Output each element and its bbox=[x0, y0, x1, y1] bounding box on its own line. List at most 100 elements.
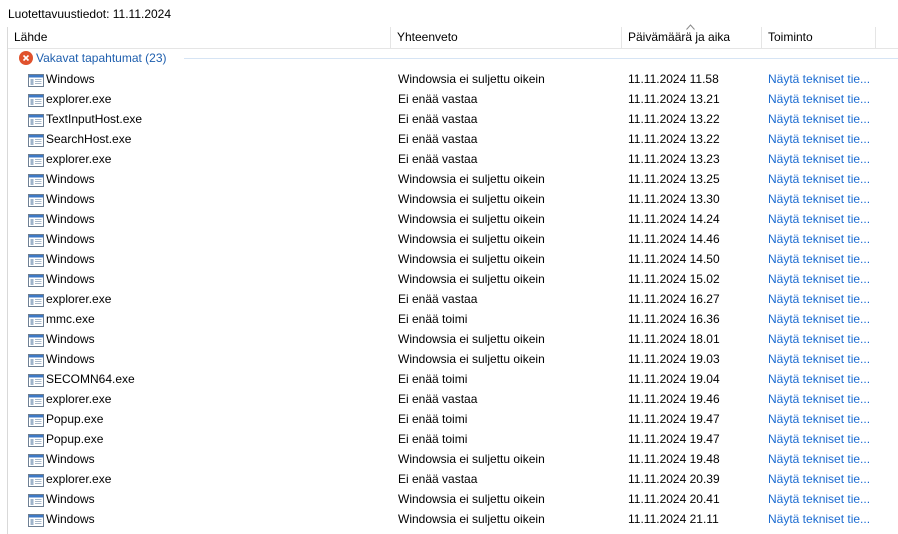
table-row[interactable]: mmc.exe Ei enää toimi 11.11.2024 16.36 Näyt… bbox=[8, 309, 898, 329]
column-header: Lähde Yhteenveto Päivämäärä ja aika Toim… bbox=[8, 24, 898, 49]
row-date: 11.11.2024 13.30 bbox=[628, 192, 720, 206]
view-technical-details-link[interactable]: Näytä tekniset tie... bbox=[768, 289, 870, 309]
table-row[interactable]: Windows Windowsia ei suljettu oikein 11.11… bbox=[8, 269, 898, 289]
row-source: explorer.exe bbox=[46, 392, 112, 406]
row-source: explorer.exe bbox=[46, 292, 112, 306]
table-row[interactable]: SearchHost.exe Ei enää vastaa 11.11.2024 1… bbox=[8, 129, 898, 149]
row-summary: Ei enää vastaa bbox=[398, 392, 478, 406]
table-row[interactable]: explorer.exe Ei enää vastaa 11.11.2024 20.… bbox=[8, 469, 898, 489]
row-source: Windows bbox=[46, 172, 95, 186]
group-severe-events[interactable]: Vakavat tapahtumat (23) bbox=[8, 48, 898, 68]
column-header-action[interactable]: Toiminto bbox=[762, 27, 876, 48]
table-row[interactable]: Windows Windowsia ei suljettu oikein 11.11… bbox=[8, 249, 898, 269]
view-technical-details-link[interactable]: Näytä tekniset tie... bbox=[768, 269, 870, 289]
row-summary: Windowsia ei suljettu oikein bbox=[398, 512, 545, 526]
view-technical-details-link[interactable]: Näytä tekniset tie... bbox=[768, 489, 870, 509]
view-technical-details-link[interactable]: Näytä tekniset tie... bbox=[768, 169, 870, 189]
view-technical-details-link[interactable]: Näytä tekniset tie... bbox=[768, 89, 870, 109]
row-source: Windows bbox=[46, 192, 95, 206]
table-row[interactable]: Windows Windowsia ei suljettu oikein 11.11… bbox=[8, 209, 898, 229]
view-technical-details-link[interactable]: Näytä tekniset tie... bbox=[768, 369, 870, 389]
table-row[interactable]: Windows Windowsia ei suljettu oikein 11.11… bbox=[8, 169, 898, 189]
application-window-icon bbox=[28, 513, 44, 527]
row-summary: Windowsia ei suljettu oikein bbox=[398, 452, 545, 466]
view-technical-details-link[interactable]: Näytä tekniset tie... bbox=[768, 129, 870, 149]
row-date: 11.11.2024 16.36 bbox=[628, 312, 720, 326]
table-row[interactable]: Windows Windowsia ei suljettu oikein 11.11… bbox=[8, 229, 898, 249]
view-technical-details-link[interactable]: Näytä tekniset tie... bbox=[768, 429, 870, 449]
view-technical-details-link[interactable]: Näytä tekniset tie... bbox=[768, 389, 870, 409]
view-technical-details-link[interactable]: Näytä tekniset tie... bbox=[768, 409, 870, 429]
application-window-icon bbox=[28, 353, 44, 367]
column-header-date[interactable]: Päivämäärä ja aika bbox=[622, 27, 762, 48]
table-row[interactable]: Windows Windowsia ei suljettu oikein 11.11… bbox=[8, 449, 898, 469]
row-source: TextInputHost.exe bbox=[46, 112, 143, 126]
table-row[interactable]: Windows Windowsia ei suljettu oikein 11.11… bbox=[8, 509, 898, 529]
view-technical-details-link[interactable]: Näytä tekniset tie... bbox=[768, 109, 870, 129]
table-row[interactable]: TextInputHost.exe Ei enää vastaa 11.11.202… bbox=[8, 109, 898, 129]
table-row[interactable]: SECOMN64.exe Ei enää toimi 11.11.2024 19.0… bbox=[8, 369, 898, 389]
table-row[interactable]: Popup.exe Ei enää toimi 11.11.2024 19.47 Nä… bbox=[8, 409, 898, 429]
view-technical-details-link[interactable]: Näytä tekniset tie... bbox=[768, 69, 870, 89]
view-technical-details-link[interactable]: Näytä tekniset tie... bbox=[768, 309, 870, 329]
table-row[interactable]: Popup.exe Ei enää toimi 11.11.2024 19.47 Nä… bbox=[8, 429, 898, 449]
row-date: 11.11.2024 13.23 bbox=[628, 152, 720, 166]
application-window-icon bbox=[28, 193, 44, 207]
row-date: 11.11.2024 21.11 bbox=[628, 512, 719, 526]
view-technical-details-link[interactable]: Näytä tekniset tie... bbox=[768, 209, 870, 229]
view-technical-details-link[interactable]: Näytä tekniset tie... bbox=[768, 329, 870, 349]
group-divider bbox=[184, 58, 898, 59]
application-window-icon bbox=[28, 313, 44, 327]
row-summary: Windowsia ei suljettu oikein bbox=[398, 272, 545, 286]
sort-arrow-icon bbox=[686, 24, 695, 30]
application-window-icon bbox=[28, 233, 44, 247]
column-header-source[interactable]: Lähde bbox=[8, 27, 391, 48]
row-summary: Ei enää vastaa bbox=[398, 292, 478, 306]
row-date: 11.11.2024 19.48 bbox=[628, 452, 720, 466]
table-row[interactable]: Windows Windowsia ei suljettu oikein 11.11… bbox=[8, 349, 898, 369]
view-technical-details-link[interactable]: Näytä tekniset tie... bbox=[768, 189, 870, 209]
row-date: 11.11.2024 19.46 bbox=[628, 392, 720, 406]
table-row[interactable]: Windows Windowsia ei suljettu oikein 11.11… bbox=[8, 329, 898, 349]
row-date: 11.11.2024 20.41 bbox=[628, 492, 720, 506]
row-source: Windows bbox=[46, 232, 95, 246]
row-source: Windows bbox=[46, 332, 95, 346]
table-row[interactable]: explorer.exe Ei enää vastaa 11.11.2024 13.… bbox=[8, 149, 898, 169]
application-window-icon bbox=[28, 253, 44, 267]
row-summary: Windowsia ei suljettu oikein bbox=[398, 172, 545, 186]
row-summary: Ei enää toimi bbox=[398, 312, 468, 326]
row-summary: Windowsia ei suljettu oikein bbox=[398, 212, 545, 226]
table-row[interactable]: Windows Windowsia ei suljettu oikein 11.11… bbox=[8, 189, 898, 209]
application-window-icon bbox=[28, 433, 44, 447]
row-summary: Windowsia ei suljettu oikein bbox=[398, 352, 545, 366]
row-date: 11.11.2024 20.39 bbox=[628, 472, 720, 486]
view-technical-details-link[interactable]: Näytä tekniset tie... bbox=[768, 149, 870, 169]
table-row[interactable]: Windows Windowsia ei suljettu oikein 11.11… bbox=[8, 69, 898, 89]
view-technical-details-link[interactable]: Näytä tekniset tie... bbox=[768, 349, 870, 369]
row-date: 11.11.2024 13.22 bbox=[628, 112, 720, 126]
table-row[interactable]: explorer.exe Ei enää vastaa 11.11.2024 19.… bbox=[8, 389, 898, 409]
row-source: SECOMN64.exe bbox=[46, 372, 135, 386]
view-technical-details-link[interactable]: Näytä tekniset tie... bbox=[768, 229, 870, 249]
row-summary: Ei enää vastaa bbox=[398, 152, 478, 166]
report-title: Luotettavuustiedot: 11.11.2024 bbox=[8, 7, 172, 21]
row-date: 11.11.2024 18.01 bbox=[628, 332, 720, 346]
view-technical-details-link[interactable]: Näytä tekniset tie... bbox=[768, 449, 870, 469]
row-source: explorer.exe bbox=[46, 152, 112, 166]
row-source: Windows bbox=[46, 72, 95, 86]
view-technical-details-link[interactable]: Näytä tekniset tie... bbox=[768, 249, 870, 269]
application-window-icon bbox=[28, 93, 44, 107]
row-summary: Windowsia ei suljettu oikein bbox=[398, 72, 545, 86]
application-window-icon bbox=[28, 173, 44, 187]
row-source: explorer.exe bbox=[46, 472, 112, 486]
view-technical-details-link[interactable]: Näytä tekniset tie... bbox=[768, 509, 870, 529]
table-row[interactable]: explorer.exe Ei enää vastaa 11.11.2024 13.… bbox=[8, 89, 898, 109]
row-source: SearchHost.exe bbox=[46, 132, 132, 146]
row-date: 11.11.2024 19.47 bbox=[628, 432, 720, 446]
application-window-icon bbox=[28, 273, 44, 287]
table-row[interactable]: Windows Windowsia ei suljettu oikein 11.11… bbox=[8, 489, 898, 509]
table-row[interactable]: explorer.exe Ei enää vastaa 11.11.2024 16.… bbox=[8, 289, 898, 309]
view-technical-details-link[interactable]: Näytä tekniset tie... bbox=[768, 469, 870, 489]
column-header-summary[interactable]: Yhteenveto bbox=[391, 27, 622, 48]
application-window-icon bbox=[28, 413, 44, 427]
